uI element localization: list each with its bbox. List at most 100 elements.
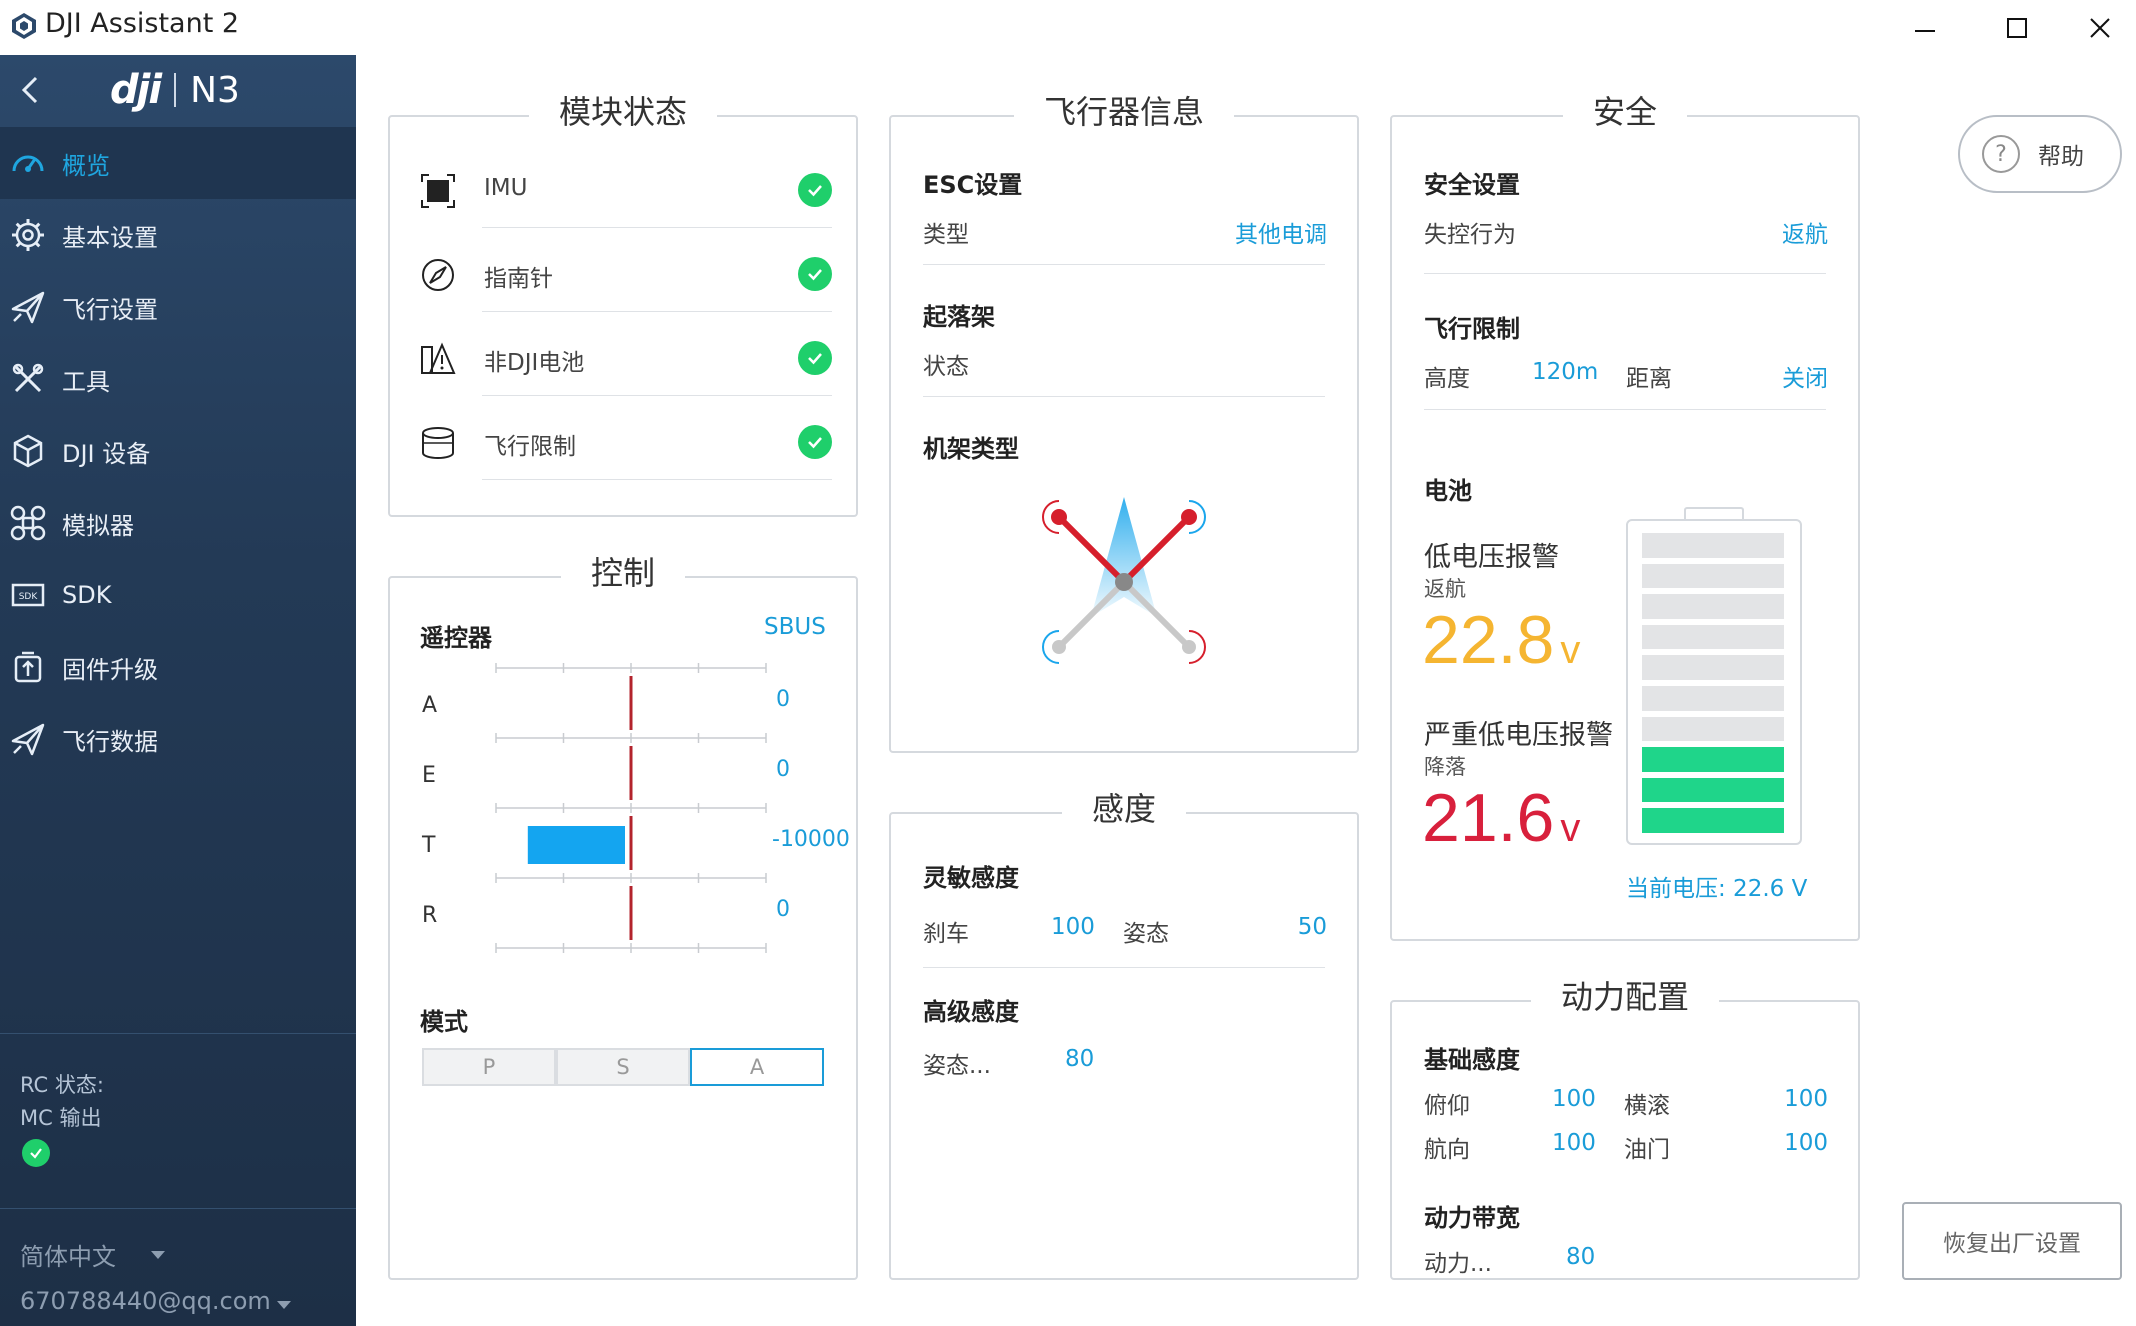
sidebar-item-tools[interactable]: 工具 [0, 343, 356, 415]
sidebar-item-overview[interactable]: 概览 [0, 127, 356, 199]
title-bar: DJI Assistant 2 [0, 0, 2136, 55]
module-label: 飞行限制 [484, 434, 576, 460]
roll-value[interactable]: 100 [1784, 1086, 1828, 1112]
battery-cell [1642, 777, 1784, 803]
sdk-icon: SDK [8, 575, 48, 615]
divider [482, 311, 832, 312]
cube-icon [8, 431, 48, 471]
control-title: 控制 [560, 554, 685, 592]
connection-status: RC 状态: MC 输出 [0, 1033, 356, 1167]
channel-value: 0 [776, 897, 790, 922]
sidebar-item-dji-devices[interactable]: DJI 设备 [0, 415, 356, 487]
help-button[interactable]: ? 帮助 [1958, 115, 2122, 193]
distance-label: 距离 [1626, 366, 1672, 392]
sidebar-item-basic-settings[interactable]: 基本设置 [0, 199, 356, 271]
divider [482, 395, 832, 396]
module-row-battery: 非DJI电池 [420, 341, 832, 425]
attitude-value[interactable]: 50 [1298, 914, 1327, 940]
sidebar-item-flight-data[interactable]: 飞行数据 [0, 703, 356, 775]
sidebar-footer: 简体中文 670788440@qq.com [0, 1208, 356, 1315]
pitch-value[interactable]: 100 [1552, 1086, 1596, 1112]
divider [923, 264, 1325, 265]
mode-option-a[interactable]: A [690, 1048, 824, 1086]
mode-option-s[interactable]: S [556, 1048, 690, 1086]
maximize-icon [2007, 17, 2027, 38]
product-logo: dji N3 [110, 67, 240, 113]
esc-type-value[interactable]: 其他电调 [1235, 215, 1327, 249]
compass-icon [422, 259, 454, 291]
flight-limit-icon [422, 427, 454, 459]
sidebar-item-simulator[interactable]: 模拟器 [0, 487, 356, 559]
factory-reset-button[interactable]: 恢复出厂设置 [1902, 1202, 2122, 1280]
battery-cells [1642, 533, 1784, 833]
mode-option-p[interactable]: P [422, 1048, 556, 1086]
throttle-value[interactable]: 100 [1784, 1130, 1828, 1156]
distance-value[interactable]: 关闭 [1782, 359, 1828, 393]
voltage-unit: v [1560, 628, 1581, 672]
sidebar-item-flight-settings[interactable]: 飞行设置 [0, 271, 356, 343]
window-title: DJI Assistant 2 [45, 8, 240, 39]
height-value[interactable]: 120m [1532, 359, 1598, 385]
battery-cell [1642, 563, 1784, 589]
sensitivity-title: 感度 [1061, 790, 1186, 828]
language-select[interactable]: 简体中文 [20, 1237, 116, 1272]
low-voltage-action[interactable]: 返航 [1424, 573, 1466, 603]
battery-warning-icon [421, 342, 456, 374]
maximize-button[interactable] [1972, 0, 2062, 55]
minimize-button[interactable] [1880, 0, 1970, 55]
battery-cell [1642, 747, 1784, 772]
panel-title: 动力配置 [1392, 972, 1858, 1018]
channel-name: E [422, 763, 436, 788]
sidebar-item-label: 飞行设置 [62, 295, 158, 324]
critical-voltage-label: 严重低电压报警 [1424, 720, 1613, 751]
esc-header: ESC设置 [923, 171, 1023, 199]
sidebar-item-sdk[interactable]: SDK SDK [0, 559, 356, 631]
app-logo-icon [12, 13, 36, 39]
module-status-panel: 模块状态 IMU 指南针 非DJI电池 飞行限制 [388, 93, 858, 517]
close-button[interactable] [2064, 0, 2136, 55]
module-row-compass: 指南针 [420, 257, 832, 341]
status-ok-icon [798, 257, 832, 291]
mode-label: 模式 [420, 1008, 468, 1036]
language-chevron-down-icon[interactable] [151, 1251, 165, 1259]
critical-voltage-reading[interactable]: 21.6 v [1422, 779, 1580, 857]
low-voltage-reading[interactable]: 22.8 v [1422, 601, 1580, 679]
yaw-value[interactable]: 100 [1552, 1130, 1596, 1156]
safety-settings-header: 安全设置 [1424, 171, 1520, 199]
sidebar-item-label: 基本设置 [62, 223, 158, 252]
battery-cell [1642, 686, 1784, 711]
attitude-label: 姿态 [1123, 921, 1169, 947]
plane-icon [8, 287, 48, 327]
drone-icon [8, 503, 48, 543]
advanced-attitude-value[interactable]: 80 [1065, 1046, 1094, 1072]
safety-panel: 安全 安全设置 失控行为 返航 飞行限制 高度 120m 距离 关闭 电池 低电… [1390, 93, 1860, 941]
module-label: IMU [484, 175, 528, 201]
account-chevron-down-icon[interactable] [277, 1301, 291, 1309]
help-label: 帮助 [2038, 144, 2084, 170]
battery-gauge [1626, 507, 1802, 845]
yaw-label: 航向 [1424, 1137, 1470, 1163]
aircraft-info-panel: 飞行器信息 ESC设置 类型 其他电调 起落架 状态 机架类型 [889, 93, 1359, 753]
critical-voltage-action[interactable]: 降落 [1424, 751, 1466, 781]
brake-value[interactable]: 100 [1051, 914, 1095, 940]
sidebar-item-label: DJI 设备 [62, 439, 151, 468]
flight-limit-header: 飞行限制 [1424, 315, 1520, 343]
sidebar-item-firmware[interactable]: 固件升级 [0, 631, 356, 703]
sidebar-item-label: 固件升级 [62, 655, 158, 684]
account-select[interactable]: 670788440@qq.com [20, 1287, 271, 1315]
battery-cell [1642, 533, 1784, 558]
sidebar-nav: 概览 基本设置 飞行设置 工具 DJI 设备 模拟器 SDK SDK 固件升级 … [0, 127, 356, 775]
rc-status-label: RC 状态: [20, 1073, 104, 1097]
power-bandwidth-header: 动力带宽 [1424, 1204, 1520, 1232]
channel-sliders: A 0 E 0 T -10000 R 0 [421, 663, 850, 953]
mode-switch: P S A [422, 1048, 824, 1086]
advanced-sensitivity-header: 高级感度 [923, 998, 1019, 1026]
bandwidth-value[interactable]: 80 [1566, 1244, 1595, 1270]
failsafe-value[interactable]: 返航 [1782, 215, 1828, 249]
panel-title: 安全 [1392, 87, 1858, 133]
current-voltage: 当前电压: 22.6 V [1626, 876, 1808, 902]
low-voltage-label: 低电压报警 [1424, 542, 1559, 573]
question-icon: ? [1982, 135, 2020, 173]
pitch-label: 俯仰 [1424, 1093, 1470, 1119]
back-arrow-icon[interactable] [14, 73, 48, 107]
